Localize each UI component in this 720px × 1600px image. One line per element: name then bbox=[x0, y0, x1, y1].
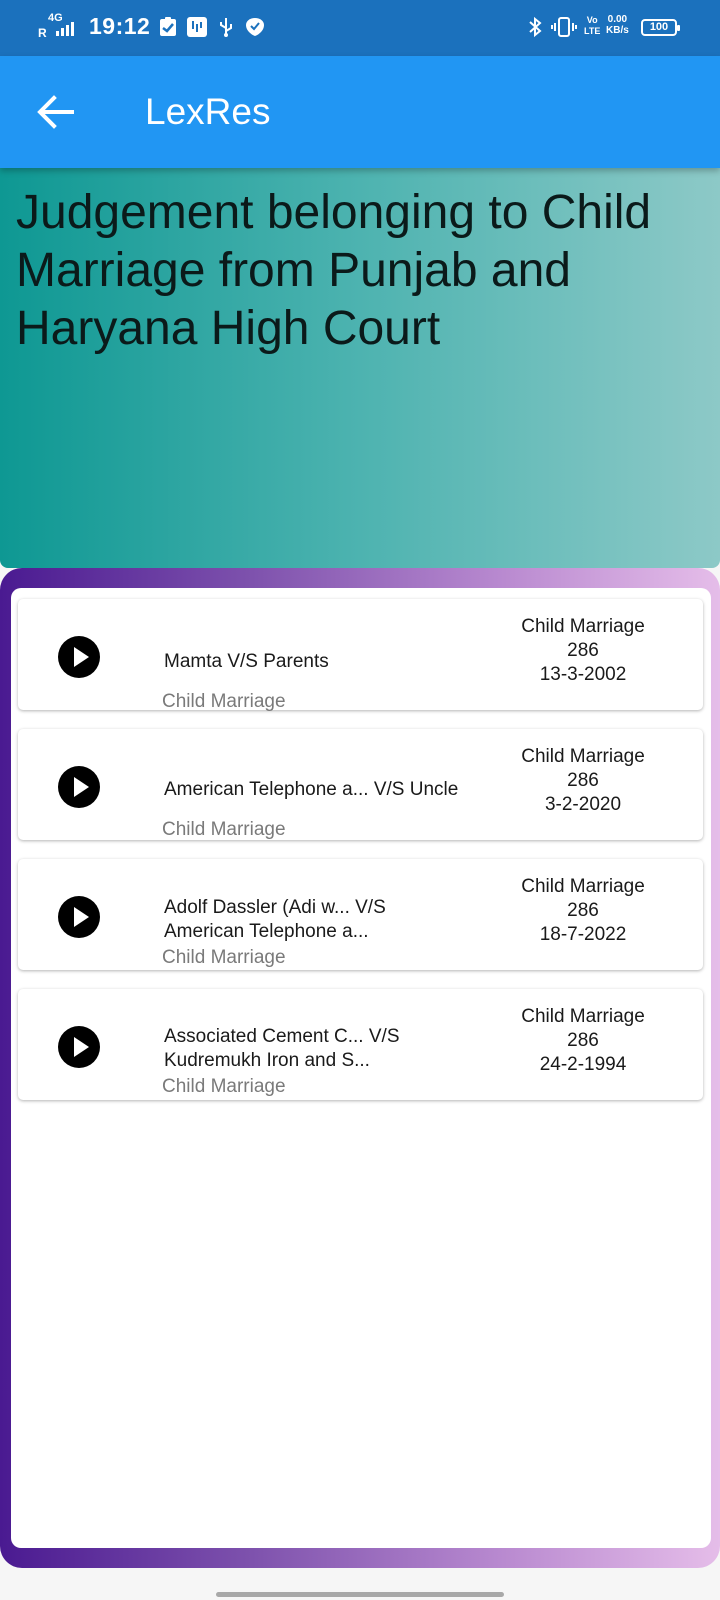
case-section: 286 bbox=[567, 1030, 599, 1051]
usb-debug-icon bbox=[187, 17, 207, 37]
case-title: Associated Cement C... V/S Kudremukh Iro… bbox=[164, 1026, 400, 1071]
case-card[interactable]: Mamta V/S Parents Child Marriage Child M… bbox=[18, 599, 703, 712]
case-date: 13-3-2002 bbox=[539, 664, 627, 685]
case-date: 3-2-2020 bbox=[544, 794, 622, 815]
case-section: 286 bbox=[567, 640, 599, 661]
case-subtitle: Child Marriage bbox=[162, 819, 286, 840]
app-title: LexRes bbox=[145, 91, 271, 132]
case-category: Child Marriage bbox=[521, 1006, 645, 1027]
lte-label: LTE bbox=[584, 26, 601, 36]
bluetooth-icon bbox=[529, 16, 542, 38]
case-meta: Child Marriage 286 3-2-2020 bbox=[508, 745, 658, 817]
case-date: 24-2-1994 bbox=[539, 1054, 627, 1075]
list-frame: Mamta V/S Parents Child Marriage Child M… bbox=[0, 568, 720, 1568]
case-card[interactable]: Adolf Dassler (Adi w... V/S American Tel… bbox=[18, 859, 703, 970]
play-icon bbox=[74, 647, 89, 667]
status-bar: 4G R 19:12 Vo LTE 0.00 KB/s 100 bbox=[0, 0, 720, 56]
case-list[interactable]: Mamta V/S Parents Child Marriage Child M… bbox=[11, 588, 711, 1548]
network-type: 4G bbox=[48, 12, 63, 24]
battery-level: 100 bbox=[649, 21, 669, 33]
case-card[interactable]: Associated Cement C... V/S Kudremukh Iro… bbox=[18, 989, 703, 1100]
clock: 19:12 bbox=[89, 13, 151, 39]
case-title: Adolf Dassler (Adi w... V/S American Tel… bbox=[164, 897, 386, 942]
page-title: Judgement belonging to Child Marriage fr… bbox=[16, 186, 652, 355]
case-card[interactable]: American Telephone a... V/S Uncle Child … bbox=[18, 729, 703, 840]
shield-notification-icon bbox=[246, 18, 264, 36]
case-category: Child Marriage bbox=[521, 746, 645, 767]
battery-icon: 100 bbox=[641, 19, 680, 36]
case-title: American Telephone a... V/S Uncle bbox=[164, 779, 459, 800]
case-category: Child Marriage bbox=[521, 876, 645, 897]
play-button[interactable] bbox=[58, 896, 100, 938]
play-icon bbox=[74, 907, 89, 927]
back-button[interactable] bbox=[32, 88, 80, 136]
app-bar: LexRes bbox=[0, 56, 720, 168]
home-indicator[interactable] bbox=[216, 1592, 504, 1597]
volte-indicator: Vo LTE bbox=[584, 15, 600, 37]
case-title: Mamta V/S Parents bbox=[164, 651, 329, 672]
volte-label: Vo bbox=[586, 15, 598, 25]
case-subtitle: Child Marriage bbox=[162, 947, 286, 968]
case-meta: Child Marriage 286 13-3-2002 bbox=[508, 615, 658, 687]
case-subtitle: Child Marriage bbox=[162, 691, 286, 712]
case-meta: Child Marriage 286 18-7-2022 bbox=[508, 875, 658, 947]
case-section: 286 bbox=[567, 770, 599, 791]
case-date: 18-7-2022 bbox=[539, 924, 627, 945]
case-subtitle: Child Marriage bbox=[162, 1076, 286, 1097]
header-banner: Judgement belonging to Child Marriage fr… bbox=[0, 168, 720, 568]
case-category: Child Marriage bbox=[521, 616, 645, 637]
play-button[interactable] bbox=[58, 1026, 100, 1068]
roaming-indicator: R bbox=[38, 26, 47, 40]
check-notification-icon bbox=[160, 17, 176, 36]
case-meta: Child Marriage 286 24-2-1994 bbox=[508, 1005, 658, 1077]
arrow-back-icon bbox=[37, 95, 74, 129]
play-button[interactable] bbox=[58, 636, 100, 678]
speed-unit: KB/s bbox=[606, 25, 629, 36]
speed-value: 0.00 bbox=[607, 14, 628, 25]
usb-icon bbox=[220, 18, 232, 37]
play-icon bbox=[74, 777, 89, 797]
case-section: 286 bbox=[567, 900, 599, 921]
play-button[interactable] bbox=[58, 766, 100, 808]
network-speed: 0.00 KB/s bbox=[606, 14, 629, 36]
play-icon bbox=[74, 1037, 89, 1057]
vibrate-icon bbox=[551, 17, 577, 37]
